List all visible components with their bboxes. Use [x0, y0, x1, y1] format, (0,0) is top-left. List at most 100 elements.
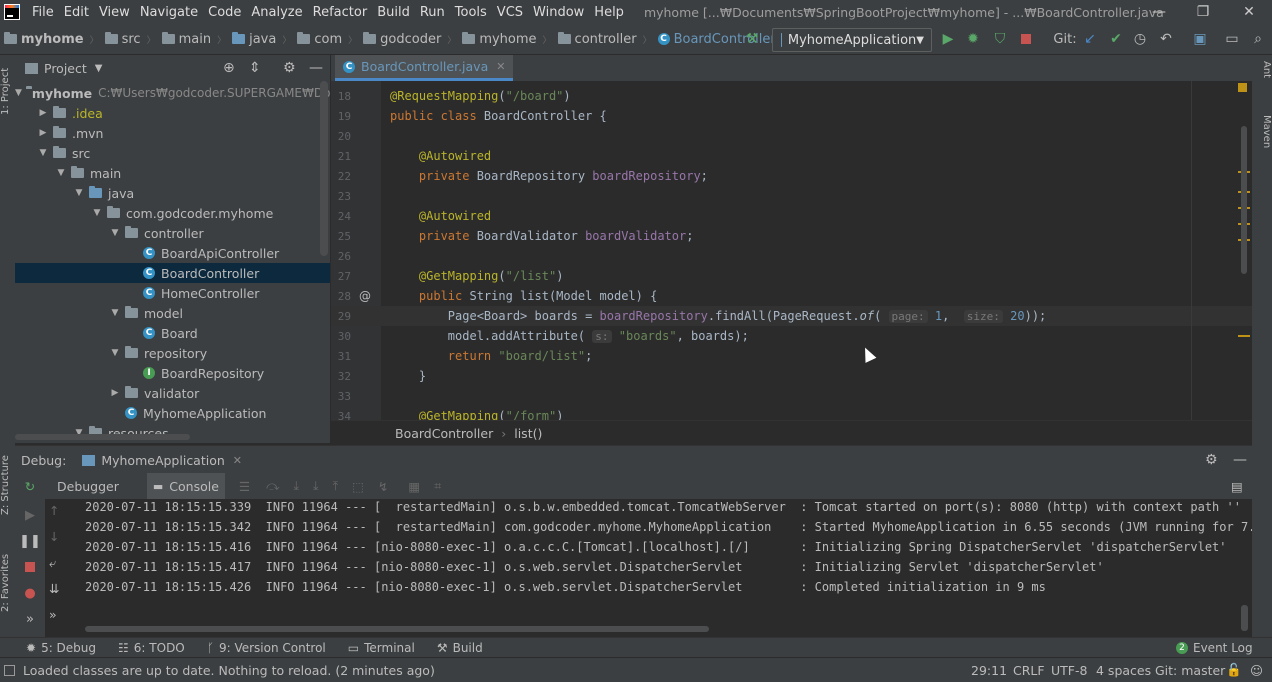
navbar-crumb-java[interactable]: java: [232, 32, 276, 47]
todo-tool-button[interactable]: ☷ 6: TODO: [118, 641, 185, 655]
code-line[interactable]: 21 @Autowired: [331, 146, 1252, 166]
menu-analyze[interactable]: Analyze: [249, 5, 310, 20]
minimize-icon[interactable]: —: [1136, 0, 1182, 24]
view-breakpoints-icon[interactable]: ●: [15, 581, 45, 605]
collapse-arrow-icon[interactable]: ▶: [37, 108, 49, 118]
code-line[interactable]: 27 @GetMapping("/list"): [331, 266, 1252, 286]
tree-item-resources[interactable]: ▼ resources: [15, 423, 330, 443]
tree-item-myhome[interactable]: ▼ myhome C:₩Users₩godcoder.SUPERGAME₩Doc: [15, 83, 330, 103]
caret-position[interactable]: 29:11: [971, 663, 1007, 678]
menu-build[interactable]: Build: [375, 5, 418, 20]
rerun-icon[interactable]: ↻: [19, 475, 41, 497]
history-icon[interactable]: ◷: [1130, 28, 1150, 50]
code-line[interactable]: 20: [331, 126, 1252, 146]
close-window-icon[interactable]: ✕: [1226, 0, 1272, 24]
project-panel-title[interactable]: Project: [44, 61, 87, 76]
tree-item-boardcontroller[interactable]: C BoardController: [15, 263, 330, 283]
code-line[interactable]: 25 private BoardValidator boardValidator…: [331, 226, 1252, 246]
navbar-crumb-myhome[interactable]: myhome: [4, 32, 84, 47]
tree-item-src[interactable]: ▼ src: [15, 143, 330, 163]
build-tool-button[interactable]: ⚒ Build: [437, 641, 483, 655]
code-line[interactable]: 30 model.addAttribute( s: "boards", boar…: [331, 326, 1252, 346]
status-toggle-icon[interactable]: [4, 664, 15, 676]
code-line[interactable]: 24 @Autowired: [331, 206, 1252, 226]
console-output[interactable]: ↑ ↓ ⤶ ⇊ » 2020-07-11 18:15:15.339 INFO 1…: [45, 499, 1252, 637]
run-configuration-select[interactable]: MyhomeApplication ▼: [772, 28, 932, 52]
tree-item--mvn[interactable]: ▶ .mvn: [15, 123, 330, 143]
soft-wrap-icon[interactable]: ⤶: [49, 555, 56, 571]
hide-panel-icon[interactable]: —: [1233, 452, 1247, 468]
maven-tool-tab[interactable]: Maven: [1252, 115, 1272, 148]
debug-tool-button[interactable]: ✹ 5: Debug: [26, 641, 96, 655]
tree-item-validator[interactable]: ▶ validator: [15, 383, 330, 403]
restore-icon[interactable]: ❐: [1180, 0, 1226, 24]
coverage-icon[interactable]: ⛉: [990, 28, 1010, 50]
line-separator[interactable]: CRLF: [1013, 663, 1045, 678]
collapse-arrow-icon[interactable]: ▶: [109, 388, 121, 398]
expand-arrow-icon[interactable]: ▼: [91, 208, 103, 218]
ant-tool-tab[interactable]: Ant: [1252, 61, 1272, 78]
indent-setting[interactable]: 4 spaces: [1096, 663, 1151, 678]
tree-item-boardrepository[interactable]: I BoardRepository: [15, 363, 330, 383]
stop-icon[interactable]: [15, 555, 45, 579]
tab-debugger[interactable]: Debugger: [57, 479, 119, 494]
expand-arrow-icon[interactable]: ▼: [109, 348, 121, 358]
inspection-icon[interactable]: ☺: [1250, 663, 1263, 678]
terminal-tool-button[interactable]: ▭ Terminal: [348, 641, 415, 655]
resume-icon[interactable]: ▶: [15, 503, 45, 527]
presentation-icon[interactable]: ▭: [1222, 28, 1242, 50]
run-icon[interactable]: ▶: [938, 28, 958, 50]
code-line[interactable]: 19 public class BoardController {: [331, 106, 1252, 126]
menu-edit[interactable]: Edit: [62, 5, 97, 20]
collapse-arrow-icon[interactable]: ▶: [37, 128, 49, 138]
navbar-crumb-godcoder[interactable]: godcoder: [363, 32, 441, 47]
code-line[interactable]: 22 private BoardRepository boardReposito…: [331, 166, 1252, 186]
layout-icon[interactable]: ▤: [1231, 479, 1243, 494]
code-line[interactable]: 28 public String list(Model model) {@: [331, 286, 1252, 306]
more-icon[interactable]: »: [15, 607, 45, 631]
debug-bug-icon[interactable]: ✹: [963, 28, 983, 50]
debug-session-tab[interactable]: MyhomeApplication ✕: [82, 453, 242, 468]
code-line[interactable]: 23: [331, 186, 1252, 206]
pause-icon[interactable]: ❚❚: [15, 529, 45, 553]
run-to-cursor-icon[interactable]: ↯: [378, 479, 388, 494]
hide-panel-icon[interactable]: —: [309, 60, 323, 76]
project-tool-tab[interactable]: 1: Project: [0, 61, 15, 121]
menu-code[interactable]: Code: [206, 5, 249, 20]
tree-item-model[interactable]: ▼ model: [15, 303, 330, 323]
git-branch[interactable]: Git: master: [1155, 663, 1225, 678]
code-line[interactable]: 29 Page<Board> boards = boardRepository.…: [331, 306, 1252, 326]
menu-file[interactable]: File: [30, 5, 62, 20]
collapse-all-icon[interactable]: ⇕: [249, 60, 261, 76]
project-structure-icon[interactable]: ▣: [1190, 28, 1210, 50]
breadcrumb-class[interactable]: BoardController: [395, 426, 493, 441]
status-message[interactable]: Loaded classes are up to date. Nothing t…: [23, 663, 435, 678]
tree-item-controller[interactable]: ▼ controller: [15, 223, 330, 243]
chevron-down-icon[interactable]: ▼: [95, 63, 103, 74]
navbar-crumb-myhome[interactable]: myhome: [462, 32, 537, 47]
tab-boardcontroller[interactable]: C BoardController.java ✕: [335, 55, 514, 81]
favorites-tool-tab[interactable]: 2: Favorites: [0, 545, 15, 620]
step-out-icon[interactable]: ⤒: [333, 478, 339, 494]
close-tab-icon[interactable]: ✕: [233, 454, 242, 467]
tree-item-homecontroller[interactable]: C HomeController: [15, 283, 330, 303]
menu-help[interactable]: Help: [592, 5, 632, 20]
build-hammer-icon[interactable]: ⚒: [742, 28, 762, 50]
step-into-icon[interactable]: ⤓: [294, 478, 300, 494]
navbar-crumb-com[interactable]: com: [297, 32, 342, 47]
menu-window[interactable]: Window: [531, 5, 592, 20]
tree-item--idea[interactable]: ▶ .idea: [15, 103, 330, 123]
tree-item-java[interactable]: ▼ java: [15, 183, 330, 203]
expand-arrow-icon[interactable]: ▼: [15, 88, 22, 98]
close-tab-icon[interactable]: ✕: [496, 60, 505, 73]
code-line[interactable]: 26: [331, 246, 1252, 266]
tree-item-com-godcoder-myhome[interactable]: ▼ com.godcoder.myhome: [15, 203, 330, 223]
tree-item-main[interactable]: ▼ main: [15, 163, 330, 183]
step-over-icon[interactable]: ⤼: [266, 478, 279, 494]
evaluate-icon[interactable]: ▦: [408, 479, 420, 494]
rollback-icon[interactable]: ↶: [1156, 28, 1176, 50]
navbar-crumb-controller[interactable]: controller: [557, 32, 637, 47]
force-step-into-icon[interactable]: ⤓: [313, 478, 319, 494]
more-icon[interactable]: »: [49, 607, 57, 622]
tree-item-boardapicontroller[interactable]: C BoardApiController: [15, 243, 330, 263]
